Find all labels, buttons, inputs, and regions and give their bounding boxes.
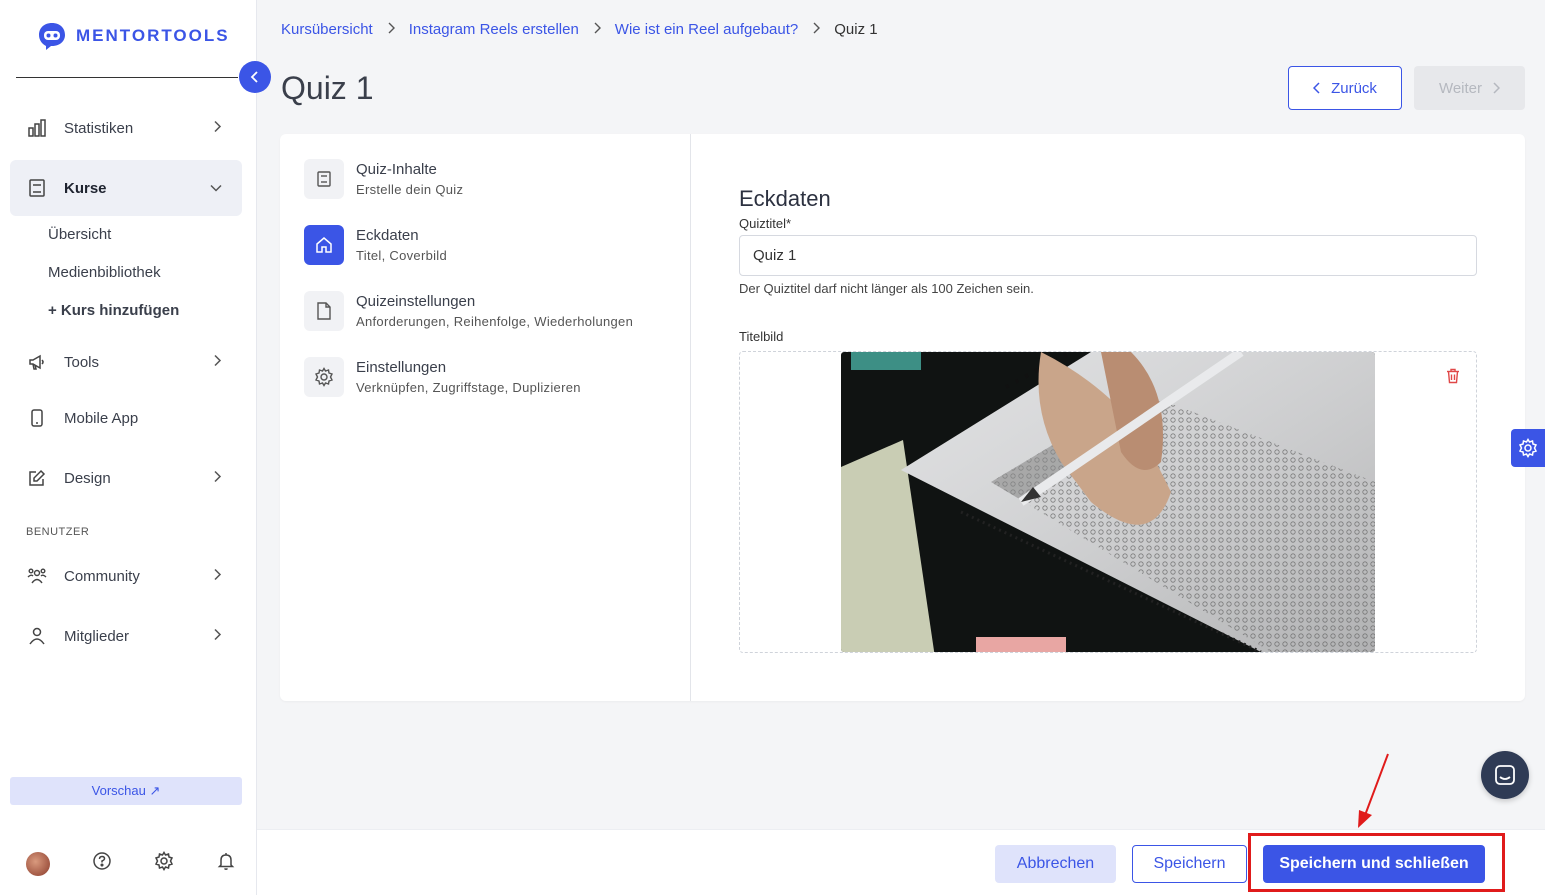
back-button[interactable]: Zurück — [1288, 66, 1402, 110]
sidebar-item-label: Design — [64, 469, 111, 487]
sidebar-item-design[interactable]: Design — [10, 450, 242, 506]
step-subtitle: Titel, Coverbild — [356, 248, 448, 263]
cover-image-label: Titelbild — [739, 329, 784, 344]
users-icon — [26, 565, 48, 587]
step-title: Einstellungen — [356, 359, 447, 376]
help-icon[interactable] — [92, 851, 112, 876]
sidebar-item-statistiken[interactable]: Statistiken — [10, 100, 242, 156]
sidebar-item-label: Tools — [64, 353, 100, 371]
gear-icon — [1518, 438, 1538, 458]
quiz-title-label: Quiztitel* — [739, 216, 792, 231]
sidebar-item-tools[interactable]: Tools — [10, 334, 242, 390]
bell-icon[interactable] — [216, 851, 236, 876]
step-subtitle: Verknüpfen, Zugriffstage, Duplizieren — [356, 380, 581, 395]
sidebar: MENTORTOOLS Statistiken Kurse Übersicht … — [0, 0, 257, 895]
chevron-right-icon — [212, 568, 222, 585]
chevron-right-icon — [593, 21, 601, 38]
sidebar-item-label: Statistiken — [64, 119, 134, 137]
page-title: Quiz 1 — [281, 70, 374, 106]
step-quiz-inhalte[interactable]: Quiz-Inhalte Erstelle dein Quiz — [304, 159, 463, 199]
step-subtitle: Erstelle dein Quiz — [356, 182, 464, 197]
chevron-right-icon — [1493, 82, 1501, 94]
brand-logo[interactable]: MENTORTOOLS — [36, 20, 230, 52]
step-title: Quiz-Inhalte — [356, 161, 437, 178]
save-button[interactable]: Speichern — [1132, 845, 1247, 883]
section-label-benutzer: BENUTZER — [26, 526, 90, 538]
chat-icon — [1495, 765, 1515, 785]
back-button-label: Zurück — [1331, 79, 1377, 97]
sidebar-divider — [16, 77, 238, 78]
sidebar-subitem-add-course[interactable]: + Kurs hinzufügen — [48, 302, 179, 319]
chevron-left-icon — [1313, 82, 1320, 94]
step-title: Quizeinstellungen — [356, 293, 476, 310]
megaphone-icon — [26, 351, 48, 373]
step-subtitle: Anforderungen, Reihenfolge, Wiederholung… — [356, 314, 634, 329]
gear-icon — [304, 357, 344, 397]
chevron-right-icon — [387, 21, 395, 38]
phone-icon — [26, 407, 48, 429]
step-eckdaten[interactable]: Eckdaten Titel, Coverbild — [304, 225, 447, 265]
home-icon — [304, 225, 344, 265]
cover-image — [841, 352, 1375, 652]
sidebar-item-kurse[interactable]: Kurse — [10, 160, 242, 216]
preview-button[interactable]: Vorschau ↗ — [10, 777, 242, 805]
chevron-right-icon — [212, 120, 222, 137]
sidebar-item-label: Kurse — [64, 179, 107, 197]
document-icon — [304, 291, 344, 331]
breadcrumb-link[interactable]: Kursübersicht — [281, 21, 373, 38]
chevron-right-icon — [212, 354, 222, 371]
sidebar-footer — [26, 851, 236, 876]
robot-logo-icon — [39, 23, 65, 50]
annotation-highlight-box — [1248, 833, 1505, 892]
gear-icon[interactable] — [154, 851, 174, 876]
annotation-arrow — [1358, 753, 1389, 828]
bar-chart-icon — [26, 117, 48, 139]
sidebar-subitem-uebersicht[interactable]: Übersicht — [48, 226, 111, 243]
next-button[interactable]: Weiter — [1414, 66, 1525, 110]
breadcrumb-link[interactable]: Instagram Reels erstellen — [409, 21, 579, 38]
sidebar-item-mobile-app[interactable]: Mobile App — [10, 390, 242, 446]
quiz-title-input[interactable] — [739, 235, 1477, 276]
collapse-sidebar-button[interactable] — [239, 61, 271, 93]
avatar[interactable] — [26, 851, 50, 876]
breadcrumb: Kursübersicht Instagram Reels erstellen … — [281, 21, 878, 38]
sidebar-item-label: Mobile App — [64, 409, 139, 427]
step-einstellungen[interactable]: Einstellungen Verknüpfen, Zugriffstage, … — [304, 357, 581, 397]
step-quizeinstellungen[interactable]: Quizeinstellungen Anforderungen, Reihenf… — [304, 291, 633, 331]
sidebar-item-label: Community — [64, 567, 140, 585]
sidebar-subitem-medienbibliothek[interactable]: Medienbibliothek — [48, 264, 161, 281]
chevron-down-icon — [210, 180, 222, 197]
step-title: Eckdaten — [356, 227, 419, 244]
quiz-editor-card: Quiz-Inhalte Erstelle dein Quiz Eckdaten… — [280, 134, 1525, 701]
chevron-left-icon — [250, 71, 258, 83]
sidebar-item-community[interactable]: Community — [10, 548, 242, 604]
steps-divider — [690, 134, 691, 701]
book-icon — [26, 177, 48, 199]
edit-icon — [26, 467, 48, 489]
user-icon — [26, 625, 48, 647]
next-button-label: Weiter — [1438, 79, 1483, 97]
trash-icon[interactable] — [1446, 368, 1460, 389]
sidebar-item-mitglieder[interactable]: Mitglieder — [10, 608, 242, 664]
quiz-title-help: Der Quiztitel darf nicht länger als 100 … — [739, 281, 1034, 296]
chevron-right-icon — [212, 470, 222, 487]
sidebar-item-label: Mitglieder — [64, 627, 130, 645]
settings-tab-button[interactable] — [1511, 429, 1545, 467]
breadcrumb-current: Quiz 1 — [834, 21, 878, 38]
cancel-button[interactable]: Abbrechen — [995, 845, 1116, 883]
breadcrumb-link[interactable]: Wie ist ein Reel aufgebaut? — [615, 21, 798, 38]
chat-button[interactable] — [1481, 751, 1529, 799]
book-icon — [304, 159, 344, 199]
cover-image-dropzone[interactable] — [739, 351, 1477, 653]
chevron-right-icon — [212, 628, 222, 645]
brand-name: MENTORTOOLS — [76, 26, 230, 45]
chevron-right-icon — [812, 21, 821, 38]
form-title: Eckdaten — [739, 186, 831, 211]
